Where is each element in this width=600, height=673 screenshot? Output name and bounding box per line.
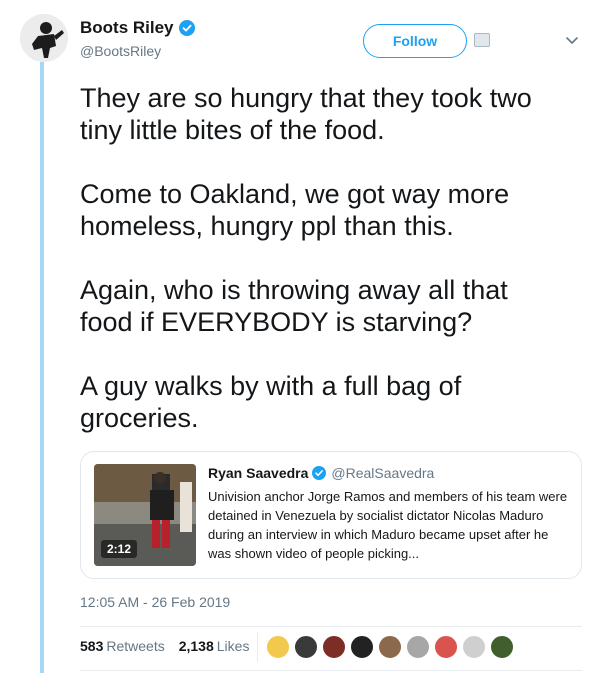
quoted-video-thumbnail[interactable]: 2:12 — [94, 464, 196, 566]
thread-line — [40, 62, 44, 673]
likes-label[interactable]: Likes — [217, 638, 250, 654]
tweet-paragraph: Come to Oakland, we got way more homeles… — [80, 179, 510, 241]
divider — [80, 670, 582, 671]
liker-avatar[interactable] — [406, 635, 430, 659]
liker-avatar[interactable] — [266, 635, 290, 659]
liker-avatars — [266, 635, 518, 659]
quoted-author-name: Ryan Saavedra — [208, 465, 309, 481]
tweet-paragraph: Again, who is throwing away all that foo… — [80, 275, 508, 337]
avatar-image — [20, 14, 68, 62]
stats-separator — [257, 632, 258, 662]
tweet-paragraph: A guy walks by with a full bag of grocer… — [80, 371, 462, 433]
quoted-tweet-text: Univision anchor Jorge Ramos and members… — [208, 489, 568, 561]
liker-avatar[interactable] — [294, 635, 318, 659]
likes-count[interactable]: 2,138 — [179, 638, 214, 654]
retweets-count[interactable]: 583 — [80, 638, 103, 654]
tweet-stats: 583 Retweets 2,138 Likes — [80, 638, 249, 654]
avatar[interactable] — [20, 14, 68, 62]
author-handle[interactable]: @BootsRiley — [80, 43, 161, 59]
follow-button[interactable]: Follow — [363, 24, 467, 58]
author-name-row: Boots Riley — [80, 18, 195, 38]
author-display-name[interactable]: Boots Riley — [80, 18, 174, 38]
chevron-down-icon[interactable] — [566, 36, 578, 46]
quoted-author-handle: @RealSaavedra — [331, 465, 435, 481]
liker-avatar[interactable] — [322, 635, 346, 659]
liker-avatar[interactable] — [434, 635, 458, 659]
verified-badge-icon — [178, 20, 195, 36]
follow-badge-icon — [474, 33, 490, 47]
liker-avatar[interactable] — [378, 635, 402, 659]
liker-avatar[interactable] — [490, 635, 514, 659]
tweet-timestamp[interactable]: 12:05 AM - 26 Feb 2019 — [80, 594, 230, 610]
retweets-label[interactable]: Retweets — [106, 638, 164, 654]
quoted-tweet-card[interactable]: 2:12 Ryan Saavedra @RealSaavedra Univisi… — [80, 451, 582, 579]
verified-badge-icon — [312, 466, 327, 480]
liker-avatar[interactable] — [462, 635, 486, 659]
tweet-text: They are so hungry that they took two ti… — [80, 82, 580, 434]
tweet-paragraph: They are so hungry that they took two ti… — [80, 83, 532, 145]
divider — [80, 626, 582, 627]
video-duration: 2:12 — [101, 540, 138, 558]
quoted-tweet-header: Ryan Saavedra @RealSaavedra — [208, 465, 434, 481]
liker-avatar[interactable] — [350, 635, 374, 659]
